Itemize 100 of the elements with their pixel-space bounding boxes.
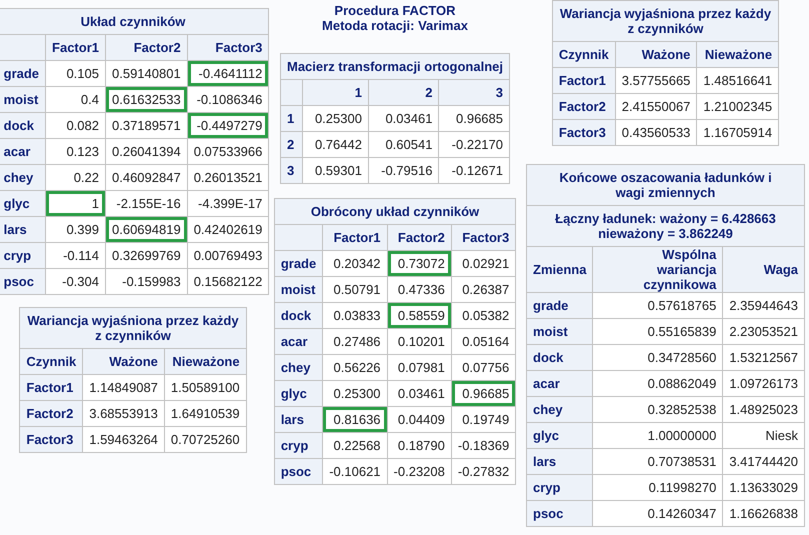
- column-header: Factor3: [188, 35, 270, 61]
- row-header: lars: [274, 407, 324, 433]
- table-cell: 0.37189571: [106, 113, 188, 139]
- column-header: Factor1: [323, 225, 388, 251]
- table-cell: 0.46092847: [106, 165, 188, 191]
- column-header: Ważone: [83, 349, 165, 375]
- table-cell: 1.21002345: [697, 94, 780, 120]
- row-header: psoc: [527, 501, 594, 527]
- table-cell: 1.13633029: [723, 475, 805, 501]
- table-cell: 3.57755665: [616, 68, 698, 94]
- table-cell: -0.18369: [452, 433, 516, 459]
- table-cell: 0.50791: [323, 277, 388, 303]
- row-header: Factor2: [552, 94, 616, 120]
- table-cell: -0.159983: [106, 269, 188, 295]
- table-title: Układ czynników: [0, 9, 270, 35]
- table-cell: 2.41550067: [616, 94, 698, 120]
- table-cell: 0.55165839: [593, 319, 724, 345]
- highlighted-cell: 0.58559: [388, 303, 452, 329]
- column-header: Czynnik: [20, 349, 84, 375]
- highlighted-cell: -0.4641112: [188, 61, 270, 87]
- table-cell: 2.23053521: [723, 319, 805, 345]
- column-header: Nieważone: [164, 349, 247, 375]
- table-title: Wariancja wyjaśniona przez każdy z czynników: [20, 308, 247, 349]
- column-header: 2: [368, 80, 440, 106]
- row-header: moist: [274, 277, 324, 303]
- table-cell: 1.16626838: [723, 501, 805, 527]
- row-header: lars: [527, 449, 594, 475]
- table-cell: 0.14260347: [593, 501, 724, 527]
- row-header: dock: [274, 303, 324, 329]
- table-title: Macierz transformacji ortogonalnej: [281, 54, 510, 80]
- table-cell: 0.26013521: [188, 165, 270, 191]
- highlighted-cell: 0.81636: [323, 407, 388, 433]
- table-cell: 1.64910539: [164, 401, 247, 427]
- table-cell: 0.04409: [388, 407, 452, 433]
- table-cell: 0.60541: [368, 132, 440, 158]
- table-cell: 0.05382: [452, 303, 516, 329]
- table-cell: 0.082: [46, 113, 106, 139]
- row-header: grade: [274, 251, 324, 277]
- table-cell: 0.26041394: [106, 139, 188, 165]
- row-header: 1: [281, 106, 304, 132]
- table-cell: 1.48516641: [697, 68, 780, 94]
- table-cell: 0.00769493: [188, 243, 270, 269]
- table-cell: 1.09726173: [723, 371, 805, 397]
- table-cell: 0.03833: [323, 303, 388, 329]
- table-cell: 0.22568: [323, 433, 388, 459]
- row-header: dock: [527, 345, 594, 371]
- row-header: glyc: [0, 191, 46, 217]
- table-cell: 0.26387: [452, 277, 516, 303]
- table-cell: -0.114: [46, 243, 106, 269]
- table-cell: -0.10621: [323, 459, 388, 485]
- table-cell: 0.03461: [388, 381, 452, 407]
- table-cell: 2.35944643: [723, 293, 805, 319]
- table-cell: -4.399E-17: [188, 191, 270, 217]
- table-cell: -2.155E-16: [106, 191, 188, 217]
- table-cell: 0.18790: [388, 433, 452, 459]
- table-cell: 3.41744420: [723, 449, 805, 475]
- table-cell: 0.47336: [388, 277, 452, 303]
- highlighted-cell: 1: [46, 191, 106, 217]
- table-cell: 0.05164: [452, 329, 516, 355]
- row-header: psoc: [274, 459, 324, 485]
- table-cell: 0.27486: [323, 329, 388, 355]
- row-header: psoc: [0, 269, 46, 295]
- row-header: Factor1: [552, 68, 616, 94]
- table-cell: 0.08862049: [593, 371, 724, 397]
- table-cell: 0.32699769: [106, 243, 188, 269]
- row-header: lars: [0, 217, 46, 243]
- column-header: Wspólna wariancja czynnikowa: [593, 247, 724, 293]
- row-header: dock: [0, 113, 46, 139]
- table-cell: Niesk: [723, 423, 805, 449]
- highlighted-cell: 0.60694819: [106, 217, 188, 243]
- table-cell: 1.59463264: [83, 427, 165, 453]
- table-cell: 0.96685: [439, 106, 510, 132]
- table-cell: 0.59140801: [106, 61, 188, 87]
- highlighted-cell: 0.73072: [388, 251, 452, 277]
- row-header: chey: [527, 397, 594, 423]
- column-header: 3: [439, 80, 510, 106]
- row-header: cryp: [527, 475, 594, 501]
- table-cell: 0.11998270: [593, 475, 724, 501]
- table-cell: 0.07756: [452, 355, 516, 381]
- row-header: grade: [0, 61, 46, 87]
- table-cell: 0.25300: [323, 381, 388, 407]
- column-header: Factor2: [388, 225, 452, 251]
- row-header: acar: [0, 139, 46, 165]
- table-cell: 0.15682122: [188, 269, 270, 295]
- column-header: Waga: [723, 247, 805, 293]
- highlighted-cell: 0.96685: [452, 381, 516, 407]
- table-cell: 0.399: [46, 217, 106, 243]
- column-header: Ważone: [616, 42, 698, 68]
- column-header: Factor2: [106, 35, 188, 61]
- column-header: Nieważone: [697, 42, 780, 68]
- row-header: grade: [527, 293, 594, 319]
- table-cell: -0.12671: [439, 158, 510, 184]
- table-cell: -0.22170: [439, 132, 510, 158]
- table-cell: 0.42402619: [188, 217, 270, 243]
- row-header: chey: [0, 165, 46, 191]
- row-header: 2: [281, 132, 304, 158]
- table-title: Wariancja wyjaśniona przez każdy z czynników: [552, 1, 780, 42]
- table-cell: 0.70738531: [593, 449, 724, 475]
- table-cell: -0.304: [46, 269, 106, 295]
- table-cell: 0.02921: [452, 251, 516, 277]
